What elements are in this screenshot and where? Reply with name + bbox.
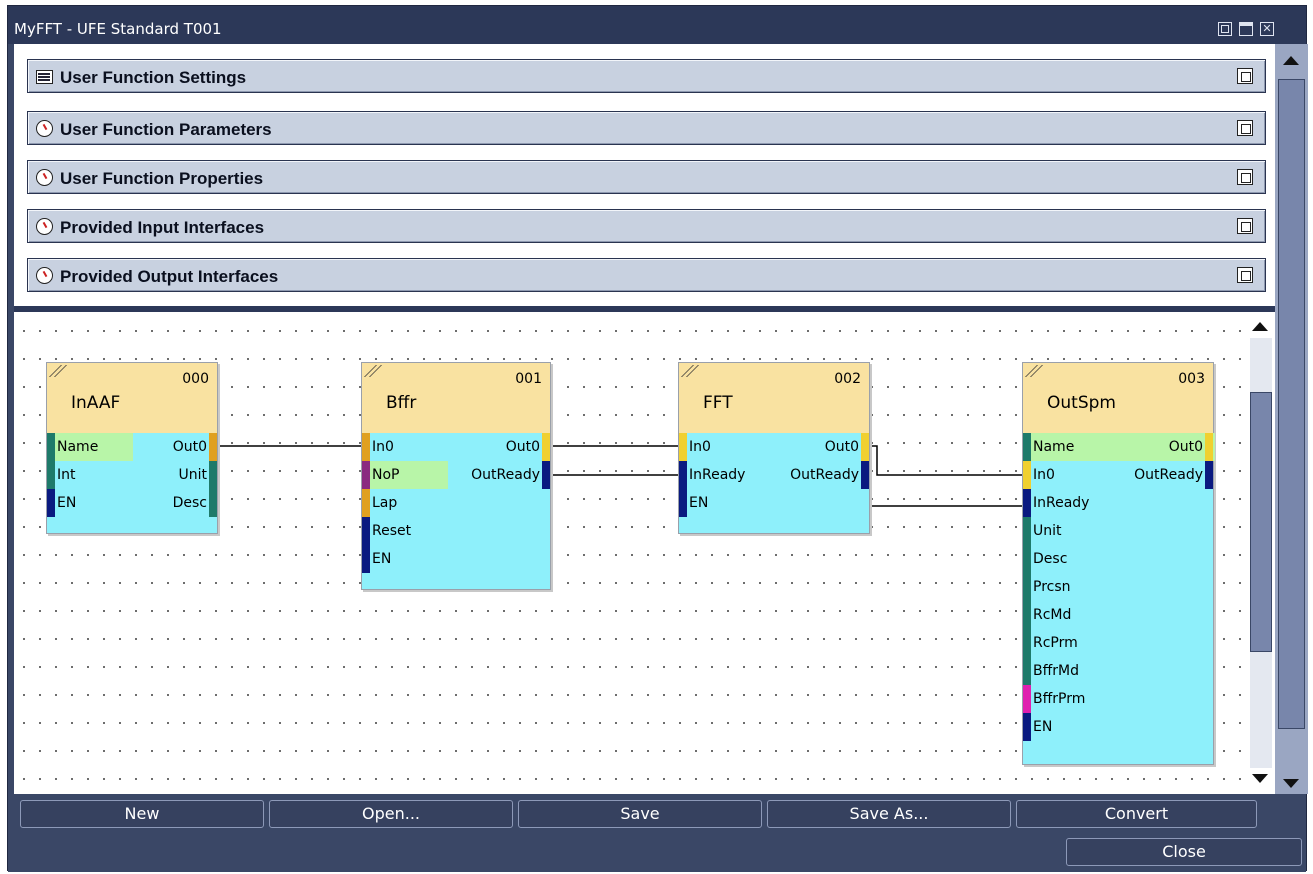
title-bar: MyFFT - UFE Standard T001 ✕ <box>8 6 1306 44</box>
port-in[interactable]: Name <box>47 433 133 461</box>
settings-panel: User Function Settings User Function Par… <box>14 44 1275 306</box>
block-number: 002 <box>834 371 861 387</box>
section-label: Provided Output Interfaces <box>60 267 279 286</box>
block-header[interactable]: 003 OutSpm <box>1023 363 1213 433</box>
port-out[interactable]: Out0 <box>173 433 217 461</box>
diagram-canvas[interactable]: 000 InAAF Name Int EN Out0 Unit Desc 001… <box>14 312 1247 794</box>
clock-icon <box>36 169 53 186</box>
port-out[interactable]: Desc <box>173 489 217 517</box>
expand-icon[interactable] <box>1237 120 1253 136</box>
scroll-down-arrow-icon[interactable] <box>1283 779 1299 788</box>
port-in[interactable]: Reset <box>362 517 411 545</box>
scroll-up-arrow-icon[interactable] <box>1252 322 1268 331</box>
convert-button[interactable]: Convert <box>1016 800 1257 828</box>
port-in[interactable]: BffrPrm <box>1023 685 1085 713</box>
wire-fft-outready-to-outspm-inready <box>869 475 1022 507</box>
outer-scrollbar[interactable] <box>1275 44 1308 794</box>
expand-icon[interactable] <box>1237 267 1253 283</box>
scroll-down-arrow-icon[interactable] <box>1252 774 1268 783</box>
canvas-scroll-thumb[interactable] <box>1250 392 1272 652</box>
block-name: Bffr <box>386 393 417 413</box>
close-icon[interactable]: ✕ <box>1260 22 1274 36</box>
window-title: MyFFT - UFE Standard T001 <box>14 20 222 38</box>
expand-icon[interactable] <box>1237 68 1253 84</box>
block-inaaf[interactable]: 000 InAAF Name Int EN Out0 Unit Desc <box>46 362 218 534</box>
block-bffr[interactable]: 001 Bffr In0 NoP Lap Reset EN Out0 OutRe… <box>361 362 551 590</box>
resize-corner-icon <box>49 365 73 377</box>
resize-corner-icon <box>1025 365 1049 377</box>
section-user-function-settings[interactable]: User Function Settings <box>27 59 1266 93</box>
canvas-scrollbar[interactable] <box>1247 312 1275 794</box>
port-in[interactable]: BffrMd <box>1023 657 1079 685</box>
port-in[interactable]: Int <box>47 461 76 489</box>
port-in[interactable]: EN <box>1023 713 1052 741</box>
port-in[interactable]: RcMd <box>1023 601 1071 629</box>
minimize-icon[interactable] <box>1218 22 1232 36</box>
section-label: User Function Properties <box>60 169 264 188</box>
section-label: User Function Settings <box>60 68 247 87</box>
block-fft[interactable]: 002 FFT In0 InReady EN Out0 OutReady <box>678 362 870 534</box>
block-header[interactable]: 000 InAAF <box>47 363 217 433</box>
resize-corner-icon <box>364 365 388 377</box>
section-label: User Function Parameters <box>60 120 272 139</box>
outer-scroll-thumb[interactable] <box>1278 79 1305 729</box>
block-header[interactable]: 001 Bffr <box>362 363 550 433</box>
port-out[interactable]: Out0 <box>825 433 869 461</box>
port-in[interactable]: Unit <box>1023 517 1062 545</box>
wire-fft-out0-to-outspm-in0 <box>870 445 1022 476</box>
block-name: OutSpm <box>1047 393 1116 413</box>
block-name: InAAF <box>71 393 121 413</box>
expand-icon[interactable] <box>1237 218 1253 234</box>
maximize-icon[interactable] <box>1239 22 1253 36</box>
block-number: 003 <box>1178 371 1205 387</box>
section-user-function-parameters[interactable]: User Function Parameters <box>27 111 1266 145</box>
new-button[interactable]: New <box>20 800 264 828</box>
clock-icon <box>36 120 53 137</box>
clock-icon <box>36 267 53 284</box>
clock-icon <box>36 218 53 235</box>
port-out[interactable]: Out0 <box>1169 433 1213 461</box>
port-out[interactable]: Unit <box>179 461 217 489</box>
open-button[interactable]: Open... <box>269 800 513 828</box>
port-out[interactable]: OutReady <box>790 461 869 489</box>
port-in[interactable]: In0 <box>362 433 394 461</box>
list-icon <box>36 70 53 84</box>
close-button[interactable]: Close <box>1066 838 1302 866</box>
block-number: 001 <box>515 371 542 387</box>
port-out[interactable]: OutReady <box>1134 461 1213 489</box>
block-outspm[interactable]: 003 OutSpm Name In0 InReady Unit Desc Pr… <box>1022 362 1215 765</box>
expand-icon[interactable] <box>1237 169 1253 185</box>
section-label: Provided Input Interfaces <box>60 218 265 237</box>
block-name: FFT <box>703 393 733 413</box>
save-button[interactable]: Save <box>518 800 762 828</box>
port-in[interactable]: RcPrm <box>1023 629 1078 657</box>
save-as-button[interactable]: Save As... <box>767 800 1011 828</box>
port-in[interactable]: EN <box>362 545 391 573</box>
port-in[interactable]: EN <box>679 489 708 517</box>
port-in[interactable]: Desc <box>1023 545 1067 573</box>
block-number: 000 <box>182 371 209 387</box>
port-in[interactable]: Lap <box>362 489 397 517</box>
port-in[interactable]: EN <box>47 489 76 517</box>
port-in[interactable]: In0 <box>679 433 711 461</box>
section-provided-output-interfaces[interactable]: Provided Output Interfaces <box>27 258 1266 292</box>
port-out[interactable]: OutReady <box>471 461 550 489</box>
port-in[interactable]: InReady <box>1023 489 1089 517</box>
port-out[interactable]: Out0 <box>506 433 550 461</box>
ufe-window: MyFFT - UFE Standard T001 ✕ User Functio… <box>7 5 1308 872</box>
resize-corner-icon <box>681 365 705 377</box>
scroll-up-arrow-icon[interactable] <box>1283 56 1299 65</box>
section-user-function-properties[interactable]: User Function Properties <box>27 160 1266 194</box>
section-provided-input-interfaces[interactable]: Provided Input Interfaces <box>27 209 1266 243</box>
port-in[interactable]: NoP <box>362 461 448 489</box>
port-in[interactable]: Prcsn <box>1023 573 1071 601</box>
block-header[interactable]: 002 FFT <box>679 363 869 433</box>
port-in[interactable]: In0 <box>1023 461 1055 489</box>
button-bar: New Open... Save Save As... Convert Clos… <box>8 794 1306 872</box>
port-in[interactable]: InReady <box>679 461 745 489</box>
